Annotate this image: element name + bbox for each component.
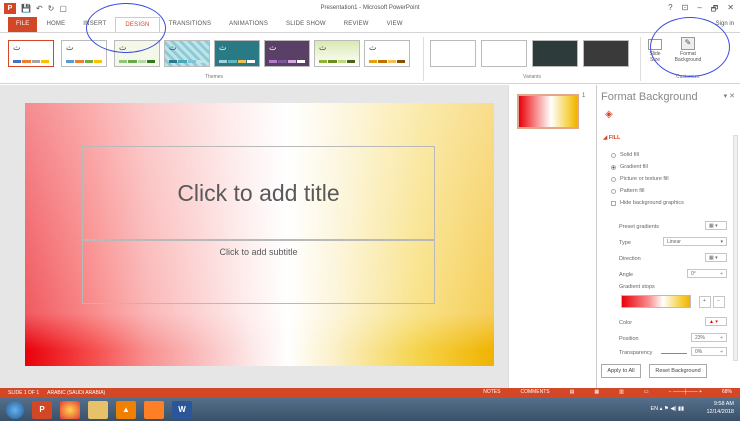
theme-thumbnail[interactable]: ث [164,40,210,67]
preset-gradients-dropdown[interactable]: ▦ ▾ [705,221,727,230]
system-clock[interactable]: 9:58 AM 12/14/2018 [706,400,734,416]
gradient-fill-option[interactable]: Gradient fill [611,164,648,170]
reset-background-button[interactable]: Reset Background [649,364,707,378]
gradient-stops-label: Gradient stops [619,284,655,290]
paint-bucket-icon[interactable]: ◈ [605,109,613,120]
angle-input[interactable]: 0° ÷ [687,269,727,278]
solid-fill-option[interactable]: Solid fill [611,152,639,158]
status-bar: SLIDE 1 OF 1 ARABIC (SAUDI ARABIA) NOTES… [0,388,740,398]
powerpoint-taskbar-icon[interactable]: P [32,400,52,419]
tab-home[interactable]: HOME [37,17,74,32]
direction-label: Direction [619,256,641,262]
variants-group-label: Variants [523,74,541,80]
color-label: Color [619,320,633,326]
file-explorer-icon[interactable] [88,400,108,419]
variant-thumbnail[interactable] [583,40,629,67]
format-background-pane: Format Background ▾ ✕ ◈ ◢ FILL Solid fil… [596,85,740,388]
theme-thumbnail[interactable]: ث [8,40,54,67]
variant-thumbnail[interactable] [481,40,527,67]
status-right: NOTES COMMENTS ▤ ▦ ▥ ▭ − ───┼─── + 68% [475,389,732,395]
window-controls: ? ⊡ – 🗗 ✕ [668,3,734,17]
gradient-stops-bar[interactable] [621,295,691,308]
pane-close-icon[interactable]: ▾ ✕ [724,92,735,100]
zoom-slider[interactable]: − ───┼─── + [669,389,702,395]
variant-thumbnail[interactable] [532,40,578,67]
restore-button[interactable]: 🗗 [711,3,719,17]
annotation-circle-design-tab [86,3,166,53]
tab-view[interactable]: VIEW [378,17,412,32]
slide-count: SLIDE 1 OF 1 [8,390,40,396]
type-dropdown[interactable]: Linear ▾ [663,237,727,246]
type-label: Type [619,240,631,246]
apply-to-all-button[interactable]: Apply to All [601,364,641,378]
transparency-label: Transparency [619,350,653,356]
title-placeholder[interactable]: Click to add title [82,146,435,240]
themes-group-label: Themes [205,74,224,80]
word-taskbar-icon[interactable]: W [172,400,192,419]
close-button[interactable]: ✕ [727,3,734,17]
remove-stop-icon[interactable]: − [713,296,725,308]
preset-gradients-label: Preset gradients [619,224,660,230]
pane-title: Format Background [601,91,698,103]
theme-thumbnail[interactable]: ث [264,40,310,67]
slide-thumbnails-pane: 1 [508,85,596,388]
slide-canvas[interactable]: Click to add title Click to add subtitle [25,103,494,366]
language-indicator[interactable]: ARABIC (SAUDI ARABIA) [47,390,105,396]
slide-editor-pane: Click to add title Click to add subtitle [0,85,508,388]
group-divider [640,37,641,81]
tab-transitions[interactable]: TRANSITIONS [160,17,221,32]
direction-dropdown[interactable]: ▦ ▾ [705,253,727,262]
vlc-icon[interactable]: ▲ [116,400,136,419]
picture-fill-option[interactable]: Picture or texture fill [611,176,669,182]
position-label: Position [619,336,639,342]
slide-thumbnail[interactable] [517,94,579,129]
position-input[interactable]: 23% ÷ [691,333,727,342]
fill-section-header[interactable]: ◢ FILL [603,135,620,141]
paint-icon[interactable] [144,400,164,419]
tab-slide-show[interactable]: SLIDE SHOW [277,17,335,32]
pattern-fill-option[interactable]: Pattern fill [611,188,644,194]
ribbon-display-button[interactable]: ⊡ [682,3,689,17]
theme-thumbnail[interactable]: ث [364,40,410,67]
help-button[interactable]: ? [668,3,672,17]
chrome-icon[interactable] [60,400,80,419]
slide-number: 1 [582,93,586,99]
color-picker-button[interactable]: ▲ ▾ [705,317,727,326]
minimize-button[interactable]: – [697,3,701,17]
tab-file[interactable]: FILE [8,17,38,32]
tab-animations[interactable]: ANIMATIONS [220,17,277,32]
group-divider [423,37,424,81]
start-button[interactable] [6,400,24,419]
transparency-slider[interactable] [661,353,687,354]
slideshow-view-icon[interactable]: ▭ [644,389,649,395]
slide-sorter-icon[interactable]: ▦ [594,389,599,395]
transparency-input[interactable]: 0% ÷ [691,347,727,356]
normal-view-icon[interactable]: ▤ [570,389,575,395]
zoom-level[interactable]: 68% [722,389,732,395]
notes-button[interactable]: NOTES [483,389,500,395]
angle-label: Angle [619,272,634,278]
system-tray[interactable]: EN ▴ ⚑ ◀) ▮▮ [650,406,684,412]
reading-view-icon[interactable]: ▥ [619,389,624,395]
tab-review[interactable]: REVIEW [335,17,378,32]
subtitle-placeholder[interactable]: Click to add subtitle [82,240,435,304]
theme-thumbnail[interactable]: ث [214,40,260,67]
add-stop-icon[interactable]: + [699,296,711,308]
windows-taskbar: P ▲ W EN ▴ ⚑ ◀) ▮▮ 9:58 AM 12/14/2018 [0,398,740,421]
annotation-circle-format-background [650,17,730,77]
theme-thumbnail[interactable]: ث [314,40,360,67]
variant-thumbnail[interactable] [430,40,476,67]
comments-button[interactable]: COMMENTS [520,389,549,395]
hide-graphics-checkbox[interactable]: Hide background graphics [611,200,684,206]
powerpoint-window: P 💾 ↶ ↻ ▢ Presentation1 - Microsoft Powe… [0,0,740,421]
pane-scrollbar[interactable] [733,135,738,361]
